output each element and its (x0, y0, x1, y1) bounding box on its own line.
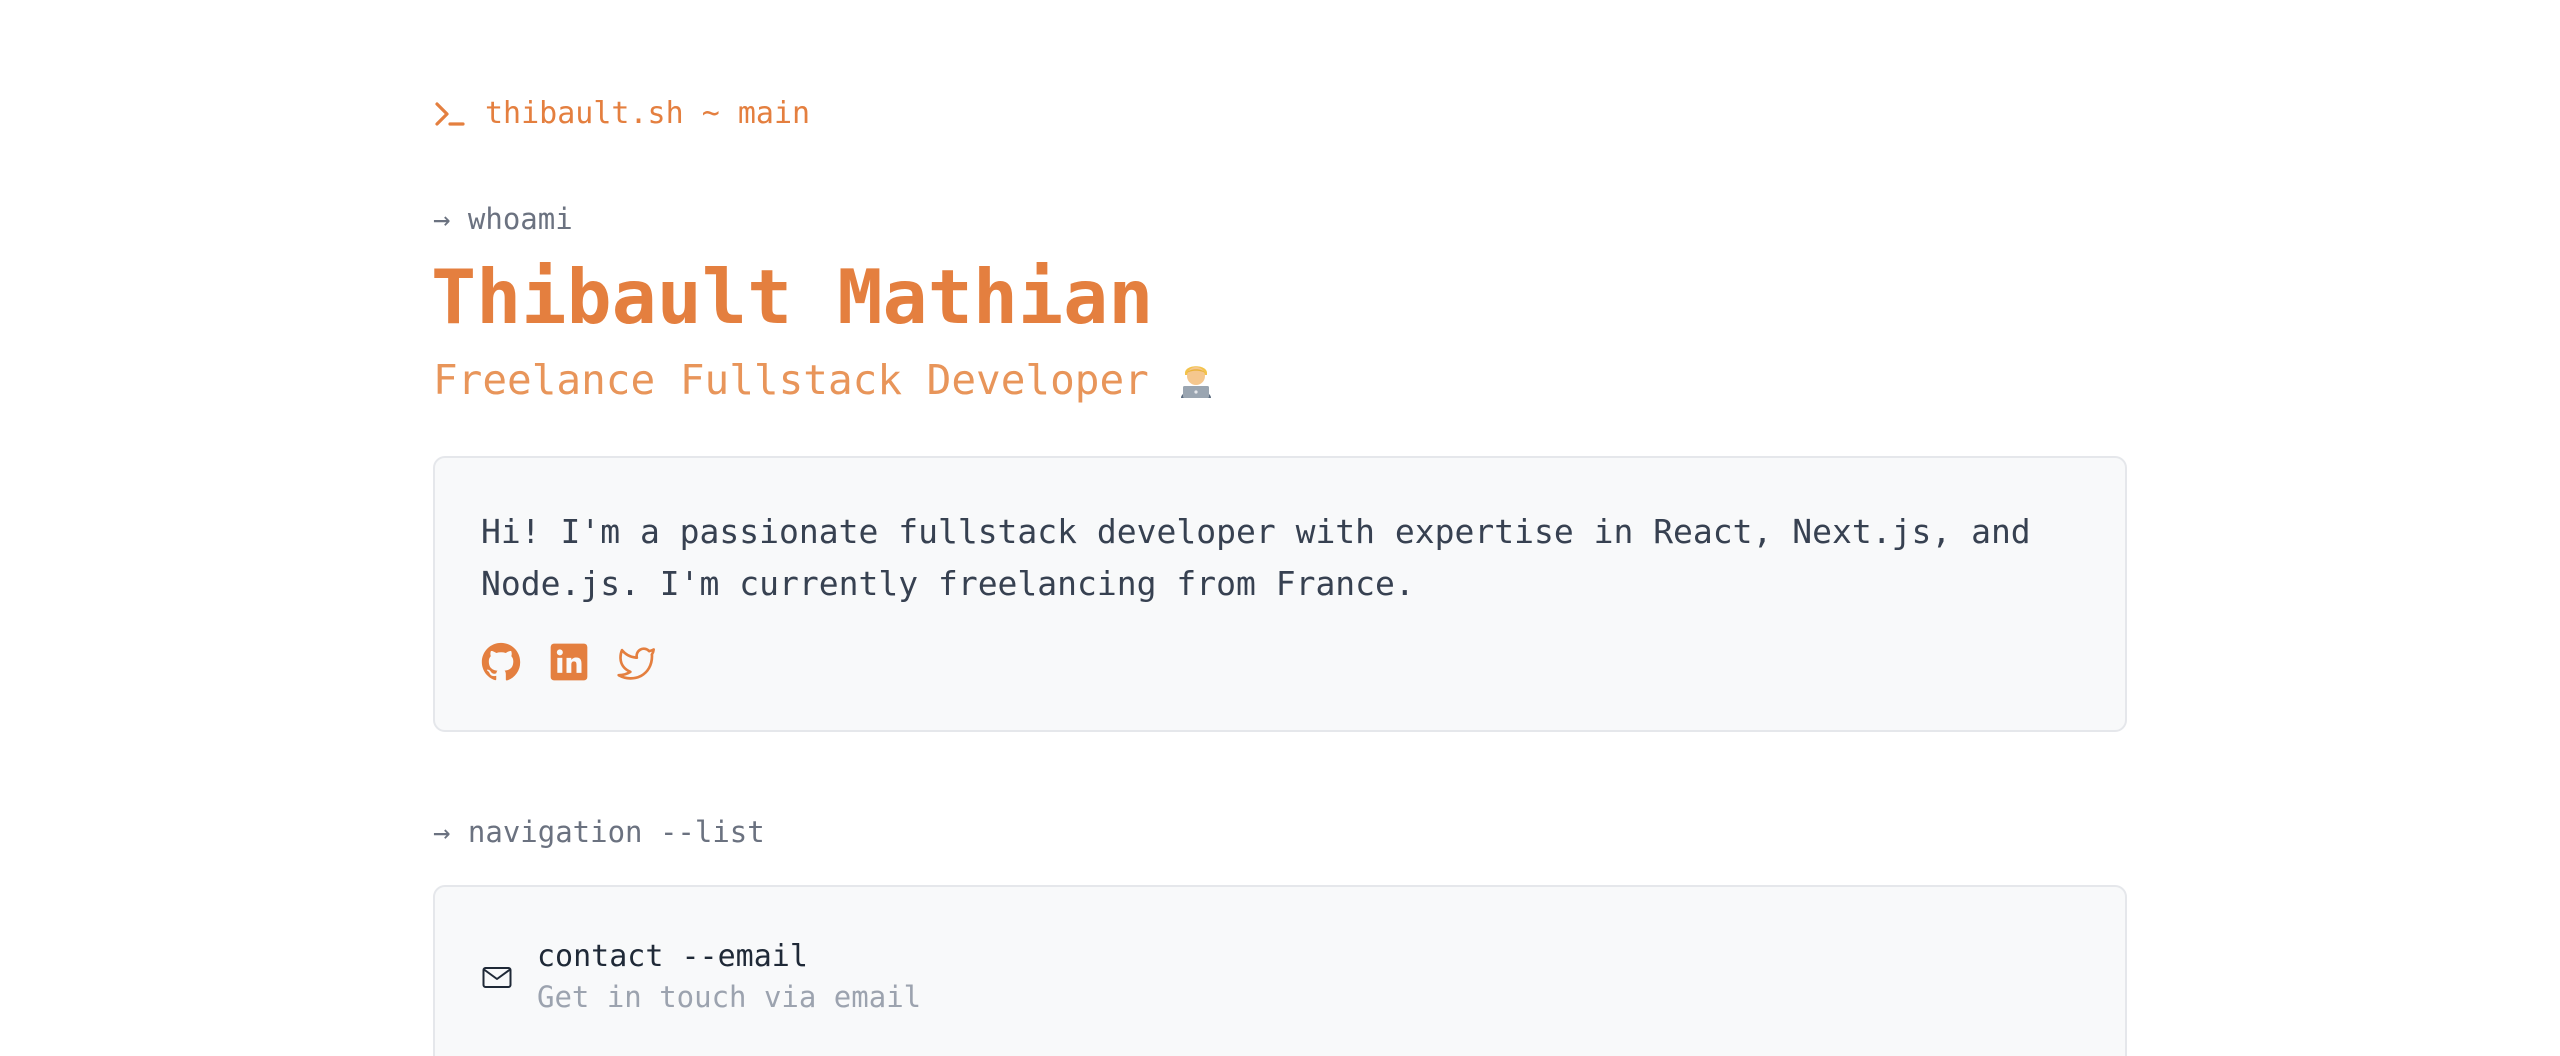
page-title: Thibault Mathian (431, 253, 1154, 341)
brand-label: thibault.sh ~ main (485, 96, 811, 131)
twitter-link[interactable] (617, 642, 657, 682)
whoami-command: → whoami (433, 202, 573, 236)
site-brand[interactable]: thibault.sh ~ main (433, 94, 810, 134)
navigation-card: contact --email Get in touch via email (433, 885, 2127, 1056)
terminal-prompt-icon (433, 98, 465, 130)
subtitle-text: Freelance Fullstack Developer (433, 356, 1149, 404)
mail-icon (481, 961, 513, 993)
subtitle: Freelance Fullstack Developer (433, 354, 1215, 406)
about-card: Hi! I'm a passionate fullstack developer… (433, 456, 2127, 732)
social-links (481, 642, 657, 682)
linkedin-icon (549, 642, 589, 682)
navigation-command: → navigation --list (433, 815, 765, 849)
github-link[interactable] (481, 642, 521, 682)
nav-item-title: contact --email (537, 939, 808, 974)
technologist-emoji-icon (1177, 360, 1215, 400)
page: thibault.sh ~ main → whoami Thibault Mat… (0, 0, 2560, 1056)
nav-item-description: Get in touch via email (537, 980, 922, 1014)
about-text: Hi! I'm a passionate fullstack developer… (481, 512, 2031, 603)
nav-item-texts: contact --email Get in touch via email (537, 937, 921, 1017)
github-icon (481, 642, 521, 682)
linkedin-link[interactable] (549, 642, 589, 682)
twitter-icon (617, 642, 657, 682)
nav-item-contact[interactable]: contact --email Get in touch via email (481, 937, 921, 1017)
